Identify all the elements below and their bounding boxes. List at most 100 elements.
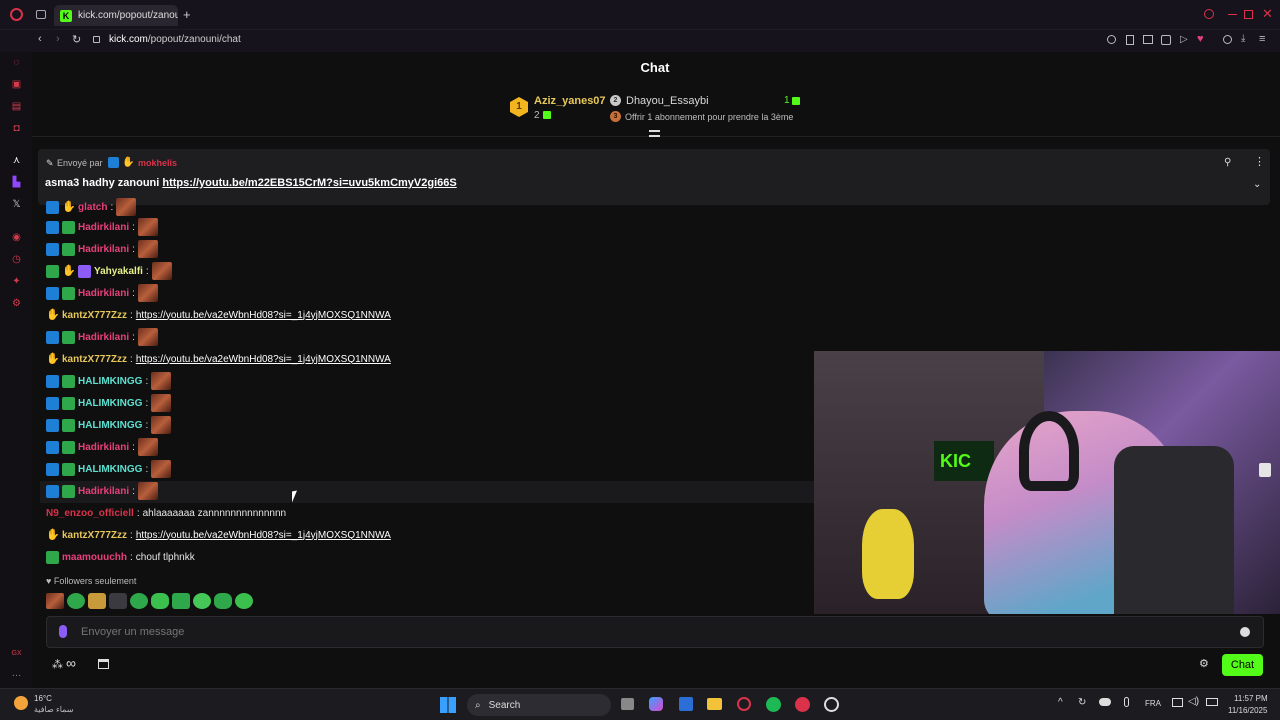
- pinned-link[interactable]: https://youtu.be/m22EBS15CrM?si=uvu5kmCm…: [162, 177, 456, 189]
- pin-icon[interactable]: [1126, 35, 1134, 45]
- message-username[interactable]: kantzX777Zzz: [62, 530, 127, 541]
- message-username[interactable]: maamouuchh: [62, 552, 127, 563]
- message-username[interactable]: HALIMKINGG: [78, 420, 142, 431]
- steam-like-app-icon[interactable]: [824, 697, 839, 712]
- file-explorer-icon[interactable]: [707, 698, 722, 710]
- player-icon[interactable]: ▷: [1180, 34, 1188, 45]
- emoji-picker-icon[interactable]: [1240, 627, 1250, 637]
- settings-icon[interactable]: ⚙: [11, 298, 22, 309]
- url-field[interactable]: kick.com/popout/zanouni/chat: [109, 34, 241, 45]
- account-icon[interactable]: [1223, 35, 1232, 44]
- microphone-tray-icon[interactable]: [1124, 697, 1129, 707]
- volume-icon[interactable]: ◁): [1188, 696, 1199, 707]
- emote-button[interactable]: [67, 593, 85, 609]
- menu-icon[interactable]: ≡: [1259, 33, 1265, 45]
- message-username[interactable]: kantzX777Zzz: [62, 310, 127, 321]
- message-username[interactable]: Hadirkilani: [78, 288, 129, 299]
- new-tab-button[interactable]: +: [183, 7, 191, 22]
- reload-icon[interactable]: ↻: [72, 33, 81, 46]
- adblock-icon[interactable]: [1161, 35, 1171, 45]
- store-app-icon[interactable]: [679, 697, 693, 711]
- forward-icon[interactable]: ›: [56, 33, 60, 45]
- emote-button[interactable]: [193, 593, 211, 609]
- maximize-button[interactable]: [1244, 10, 1253, 19]
- message-username[interactable]: Hadirkilani: [78, 332, 129, 343]
- message-username[interactable]: Hadirkilani: [78, 486, 129, 497]
- message-username[interactable]: HALIMKINGG: [78, 398, 142, 409]
- tab-manager-icon[interactable]: [36, 10, 46, 19]
- message-username[interactable]: Hadirkilani: [78, 442, 129, 453]
- chevron-up-icon[interactable]: ^: [1058, 697, 1063, 708]
- copilot-icon[interactable]: [649, 697, 663, 711]
- opera-gx-app-icon[interactable]: [737, 697, 751, 711]
- emote-button[interactable]: [172, 593, 190, 609]
- weather-icon[interactable]: [14, 696, 28, 710]
- opera-logo-icon[interactable]: [10, 8, 23, 21]
- message-username[interactable]: Hadirkilani: [78, 222, 129, 233]
- gx-icon[interactable]: GX: [11, 648, 22, 659]
- clock-date[interactable]: 11/16/2025: [1228, 706, 1267, 715]
- unpin-icon[interactable]: ⚲: [1224, 157, 1231, 168]
- player-sidebar-icon[interactable]: ◉: [11, 232, 22, 243]
- opera-icon[interactable]: [795, 697, 810, 712]
- message-username[interactable]: Yahyakalfi: [94, 266, 143, 277]
- expand-leaderboard-icon[interactable]: [649, 130, 660, 137]
- more-options-icon[interactable]: ⋮: [1254, 155, 1265, 168]
- heart-icon[interactable]: ♥: [1197, 33, 1204, 45]
- aria-icon[interactable]: ◌: [11, 57, 22, 68]
- microphone-icon[interactable]: [59, 625, 67, 638]
- browser-tab[interactable]: K kick.com/popout/zanouni: [54, 5, 178, 26]
- message-link[interactable]: https://youtu.be/va2eWbnHd08?si=_1j4yjMO…: [136, 310, 391, 321]
- language-indicator[interactable]: FRA: [1145, 699, 1161, 708]
- cloud-icon[interactable]: [1099, 698, 1111, 706]
- task-view-icon[interactable]: [621, 698, 634, 710]
- windows-start-icon[interactable]: [440, 697, 456, 713]
- message-username[interactable]: kantzX777Zzz: [62, 354, 127, 365]
- emote-button[interactable]: [235, 593, 253, 609]
- zoom-icon[interactable]: [1107, 35, 1116, 44]
- sync-icon[interactable]: ↻: [1078, 697, 1086, 708]
- x-icon[interactable]: 𝕏: [11, 199, 22, 210]
- emote-button[interactable]: [130, 593, 148, 609]
- message-composer[interactable]: [46, 616, 1264, 648]
- emote-button[interactable]: [46, 593, 64, 609]
- spotify-icon[interactable]: [766, 697, 781, 712]
- messenger-icon[interactable]: ◘: [11, 123, 22, 134]
- leaderboard-second-name[interactable]: Dhayou_Essaybi: [626, 95, 709, 107]
- emote-button[interactable]: [214, 593, 232, 609]
- close-window-button[interactable]: ✕: [1262, 6, 1273, 22]
- emote-button[interactable]: [151, 593, 169, 609]
- search-tabs-icon[interactable]: [1204, 9, 1214, 19]
- back-icon[interactable]: ‹: [38, 33, 42, 45]
- download-icon[interactable]: ⤓: [1241, 33, 1245, 44]
- store-icon[interactable]: [98, 659, 109, 669]
- chevron-down-icon[interactable]: ⌄: [1253, 179, 1261, 190]
- more-icon[interactable]: …: [11, 668, 22, 679]
- extensions-icon[interactable]: ✦: [11, 276, 22, 287]
- taskbar-search[interactable]: ⌕ Search: [467, 694, 611, 716]
- bag-icon[interactable]: ▣: [11, 79, 22, 90]
- emote-button[interactable]: [109, 593, 127, 609]
- message-link[interactable]: https://youtu.be/va2eWbnHd08?si=_1j4yjMO…: [136, 354, 391, 365]
- history-icon[interactable]: ◷: [11, 254, 22, 265]
- workspace-icon[interactable]: ▤: [11, 101, 22, 112]
- kick-sidebar-icon[interactable]: ⋏: [11, 155, 22, 166]
- points-icon[interactable]: ⁂: [52, 658, 63, 671]
- message-username[interactable]: glatch: [78, 202, 107, 213]
- pinned-sender[interactable]: mokhelis: [138, 158, 177, 168]
- leaderboard-third-cta[interactable]: Offrir 1 abonnement pour prendre la 3ème: [625, 112, 793, 122]
- message-link[interactable]: https://youtu.be/va2eWbnHd08?si=_1j4yjMO…: [136, 530, 391, 541]
- minimize-button[interactable]: [1228, 14, 1237, 15]
- snapshot-icon[interactable]: [1143, 35, 1153, 44]
- message-username[interactable]: HALIMKINGG: [78, 376, 142, 387]
- infinity-icon[interactable]: ∞: [66, 655, 76, 671]
- message-username[interactable]: N9_enzoo_officiell: [46, 508, 134, 519]
- emote-button[interactable]: [88, 593, 106, 609]
- message-username[interactable]: HALIMKINGG: [78, 464, 142, 475]
- twitch-icon[interactable]: ▙: [11, 177, 22, 188]
- leaderboard-first-name[interactable]: Aziz_yanes07: [534, 95, 606, 107]
- message-username[interactable]: Hadirkilani: [78, 244, 129, 255]
- network-icon[interactable]: [1172, 698, 1183, 707]
- chat-send-button[interactable]: Chat: [1222, 654, 1263, 676]
- chat-settings-icon[interactable]: ⚙: [1199, 657, 1209, 670]
